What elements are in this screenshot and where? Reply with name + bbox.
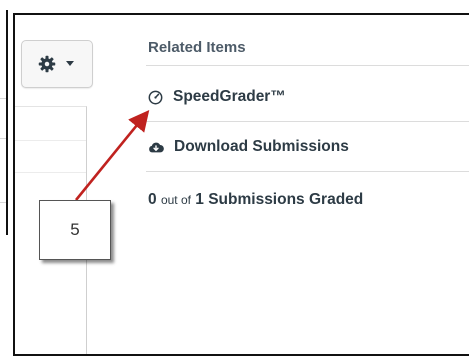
right-screenshot-frame: Related Items SpeedGrader™ Download Subm… xyxy=(13,13,469,356)
download-submissions-link-label: Download Submissions xyxy=(174,138,349,155)
speedometer-icon xyxy=(148,90,163,104)
chevron-down-icon xyxy=(66,61,74,66)
gear-icon xyxy=(38,55,56,73)
divider xyxy=(0,98,6,99)
speedgrader-link[interactable]: SpeedGrader™ xyxy=(148,88,286,106)
divider xyxy=(15,140,86,141)
submissions-graded-status: 0 out of 1 Submissions Graded xyxy=(148,191,363,209)
settings-dropdown-button[interactable] xyxy=(21,40,93,88)
graded-count: 0 xyxy=(148,191,157,208)
section-divider xyxy=(146,171,469,172)
download-submissions-link[interactable]: Download Submissions xyxy=(148,138,349,156)
step-number: 5 xyxy=(70,220,80,239)
step-callout: 5 xyxy=(39,200,111,260)
graded-total: 1 Submissions Graded xyxy=(195,191,364,208)
graded-out-of: out of xyxy=(160,193,191,207)
divider xyxy=(15,172,86,173)
related-items-heading: Related Items xyxy=(148,39,246,56)
left-screenshot-frame xyxy=(0,10,8,235)
section-divider xyxy=(146,121,469,122)
cloud-download-icon xyxy=(149,142,164,152)
divider xyxy=(0,202,6,203)
section-divider xyxy=(146,65,469,66)
related-items-sidebar: Related Items SpeedGrader™ Download Subm… xyxy=(132,15,469,354)
divider xyxy=(0,138,6,139)
speedgrader-link-label: SpeedGrader™ xyxy=(173,88,286,105)
